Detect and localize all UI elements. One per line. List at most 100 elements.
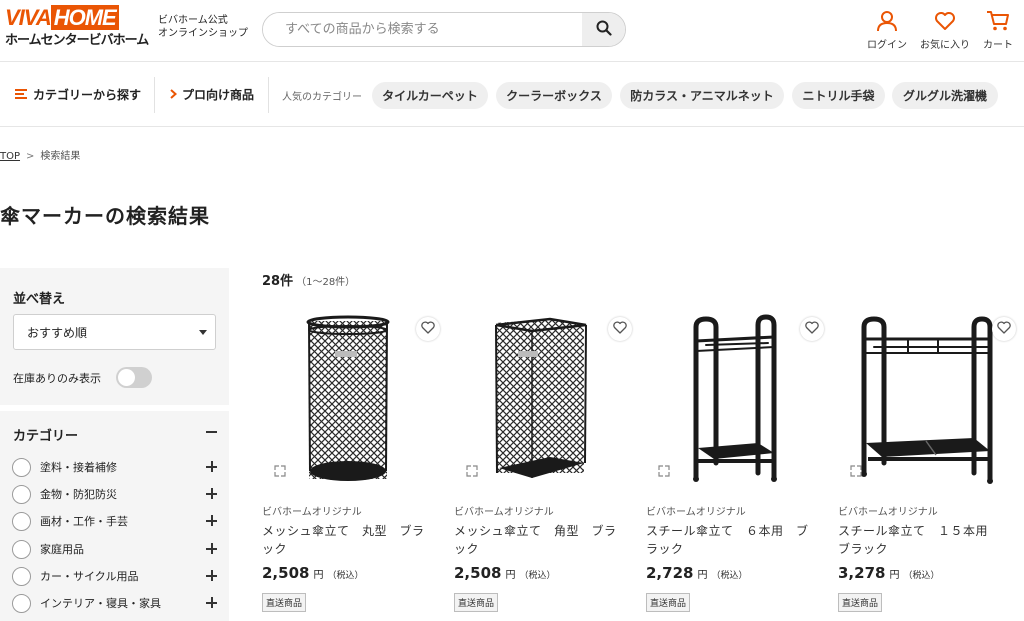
category-nav: カテゴリーから探す プロ向け商品 人気のカテゴリー タイルカーペット クーラーボ… (0, 63, 1024, 127)
category-menu-button[interactable]: カテゴリーから探す (15, 86, 141, 103)
category-menu-label: カテゴリーから探す (33, 88, 142, 102)
category-item[interactable]: カー・サイクル用品 (12, 566, 219, 586)
price-value: 2,728 (646, 564, 694, 582)
direct-ship-badge: 直送商品 (262, 593, 307, 612)
product-card[interactable]: ビバホームオリジナル スチール傘立て １５本用 ブラック 3,278 円（税込） … (838, 313, 1016, 618)
category-radio[interactable] (12, 566, 31, 586)
favorites-label: お気に入り (920, 40, 970, 51)
product-name[interactable]: メッシュ傘立て 角型 ブラック (454, 522, 620, 558)
favorite-button[interactable] (992, 317, 1016, 341)
price-tax: （税込） (519, 571, 556, 581)
collapse-icon[interactable] (206, 431, 217, 433)
search-input[interactable] (263, 13, 583, 46)
category-radio[interactable] (12, 484, 31, 504)
category-radio[interactable] (12, 539, 31, 559)
sidebar-divider (0, 405, 229, 411)
stock-filter-label: 在庫ありのみ表示 (13, 372, 101, 385)
steel-stand-6-image (693, 314, 777, 482)
expand-plus-icon[interactable] (206, 543, 217, 554)
product-card[interactable]: ビバホームオリジナル スチール傘立て ６本用 ブラック 2,728 円（税込） 直… (646, 313, 824, 618)
product-brand: ビバホームオリジナル (454, 507, 554, 518)
cart-label: カート (983, 40, 1013, 51)
cart-button[interactable]: カート (970, 10, 1024, 51)
cart-icon (970, 10, 1024, 32)
favorite-button[interactable] (800, 317, 824, 341)
logo-viva: VIVA (5, 5, 52, 30)
filter-sidebar: 並べ替え おすすめ順 在庫ありのみ表示 カテゴリー 塗料・接着補修 金物・防犯防… (0, 268, 229, 621)
product-image[interactable] (838, 313, 1016, 488)
pro-products-link[interactable]: プロ向け商品 (170, 86, 254, 103)
category-label: インテリア・寝具・家具 (40, 597, 161, 610)
sort-value: おすすめ順 (27, 325, 88, 340)
product-price: 2,508 円（税込） (262, 564, 363, 582)
site-name: ビバホーム公式 オンラインショップ (158, 14, 258, 40)
direct-ship-badge: 直送商品 (838, 593, 883, 612)
stock-filter-toggle[interactable] (116, 367, 152, 388)
price-value: 2,508 (454, 564, 502, 582)
category-item[interactable]: 金物・防犯防災 (12, 484, 219, 504)
result-count-number: 28件 (262, 274, 294, 289)
heart-icon (421, 321, 435, 337)
product-name[interactable]: スチール傘立て １５本用 ブラック (838, 522, 1004, 558)
expand-plus-icon[interactable] (206, 570, 217, 581)
chip-tile-carpet[interactable]: タイルカーペット (372, 82, 488, 109)
result-count: 28件 （1〜28件） (262, 270, 355, 289)
site-header: VIVA HOME ホームセンタービバホーム ビバホーム公式 オンラインショップ … (0, 0, 1024, 62)
product-image[interactable] (646, 313, 824, 488)
nav-divider (268, 77, 269, 113)
heart-icon (917, 10, 973, 32)
toggle-knob (118, 369, 135, 386)
expand-icon[interactable] (658, 465, 670, 480)
favorites-button[interactable]: お気に入り (917, 10, 973, 51)
steel-stand-15-image (861, 316, 993, 484)
product-card[interactable]: ビバホームオリジナル メッシュ傘立て 丸型 ブラック 2,508 円（税込） 直送… (262, 313, 440, 618)
login-button[interactable]: ログイン (859, 10, 915, 51)
price-tax: （税込） (711, 571, 748, 581)
category-item[interactable]: 家庭用品 (12, 539, 219, 559)
category-item[interactable]: 画材・工作・手芸 (12, 511, 219, 531)
sort-select[interactable]: おすすめ順 (13, 314, 216, 350)
chip-nitrile-gloves[interactable]: ニトリル手袋 (792, 82, 885, 109)
price-tax: （税込） (327, 571, 364, 581)
product-name[interactable]: メッシュ傘立て 丸型 ブラック (262, 522, 428, 558)
chip-cooler-box[interactable]: クーラーボックス (496, 82, 612, 109)
site-logo[interactable]: VIVA HOME ホームセンタービバホーム (5, 5, 150, 52)
login-label: ログイン (867, 40, 907, 51)
expand-plus-icon[interactable] (206, 597, 217, 608)
product-image[interactable] (454, 313, 632, 488)
expand-icon[interactable] (466, 465, 478, 480)
chip-animal-net[interactable]: 防カラス・アニマルネット (620, 82, 784, 109)
user-icon (859, 10, 915, 32)
favorite-button[interactable] (608, 317, 632, 341)
chevron-right-icon (170, 88, 178, 102)
product-image[interactable] (262, 313, 440, 488)
breadcrumb: TOP > 検索結果 (0, 147, 80, 162)
product-card[interactable]: ビバホームオリジナル メッシュ傘立て 角型 ブラック 2,508 円（税込） 直送… (454, 313, 632, 618)
product-name[interactable]: スチール傘立て ６本用 ブラック (646, 522, 812, 558)
expand-plus-icon[interactable] (206, 461, 217, 472)
category-item[interactable]: 塗料・接着補修 (12, 457, 219, 477)
expand-plus-icon[interactable] (206, 515, 217, 526)
price-currency: 円 (313, 570, 324, 581)
product-price: 2,728 円（税込） (646, 564, 747, 582)
expand-icon[interactable] (274, 465, 286, 480)
category-radio[interactable] (12, 457, 31, 477)
logo-home: HOME (50, 5, 119, 30)
expand-icon[interactable] (850, 465, 862, 480)
heart-icon (613, 321, 627, 337)
site-name-line2: オンラインショップ (158, 28, 248, 39)
expand-plus-icon[interactable] (206, 488, 217, 499)
category-radio[interactable] (12, 593, 31, 613)
pro-products-label: プロ向け商品 (182, 88, 255, 102)
chip-washing-machine[interactable]: グルグル洗濯機 (892, 82, 998, 109)
category-item[interactable]: インテリア・寝具・家具 (12, 593, 219, 613)
category-radio[interactable] (12, 511, 31, 531)
favorite-button[interactable] (416, 317, 440, 341)
breadcrumb-top-link[interactable]: TOP (0, 151, 20, 162)
popular-categories-label: 人気のカテゴリー (282, 92, 362, 103)
price-currency: 円 (889, 570, 900, 581)
search-button[interactable] (582, 13, 625, 46)
product-price: 2,508 円（税込） (454, 564, 555, 582)
search-icon (596, 20, 612, 39)
product-brand: ビバホームオリジナル (838, 507, 938, 518)
